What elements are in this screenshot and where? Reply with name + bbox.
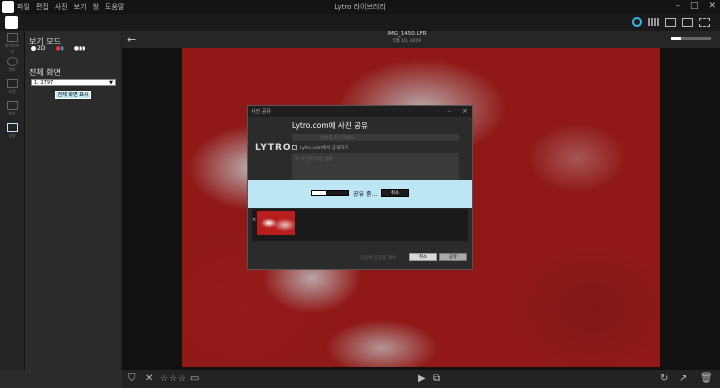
info-icon <box>6 57 18 66</box>
comment-icon[interactable]: ▭ <box>190 374 199 384</box>
dialog-heading: Lytro.com에 사진 공유 <box>292 121 368 130</box>
rail-view[interactable]: 보기 <box>3 101 21 117</box>
circle-icon[interactable] <box>632 17 642 27</box>
close-window-button[interactable]: ✕ <box>708 1 716 11</box>
description-placeholder: 이 사진에 대한 설명 <box>295 157 333 162</box>
view-option-2d[interactable]: 2D <box>31 45 45 52</box>
radio-icon <box>31 46 36 51</box>
caption-placeholder: 설명을 추가하세요 <box>320 136 355 141</box>
play-icon[interactable]: ▶ <box>418 374 426 384</box>
rotate-icon[interactable]: ↻ <box>660 374 668 384</box>
view-mode-options: 2D ●◗ ●◗◗ <box>31 45 85 52</box>
filmstrip-icon[interactable] <box>682 17 693 27</box>
slideshow-icon[interactable]: ⧉ <box>433 374 440 384</box>
fullscreen-icon[interactable] <box>699 17 710 27</box>
file-name: IMG_1450.LFR <box>387 31 427 37</box>
bottom-bar-left <box>0 370 122 388</box>
dialog-close-icon[interactable]: × <box>462 107 468 115</box>
lytro-logo: LYTRO <box>255 143 292 153</box>
rail-library[interactable]: 라이브러리 <box>3 33 21 55</box>
view-option-anaglyph[interactable]: ●◗ <box>55 45 63 52</box>
file-date: 5월 10, 2019 <box>392 39 422 44</box>
export-icon[interactable]: ↗ <box>679 374 687 384</box>
cancel-upload-button[interactable]: 취소 <box>381 189 409 197</box>
trash-icon[interactable]: 🗑 <box>700 374 713 384</box>
single-view-icon[interactable] <box>665 17 676 27</box>
upload-progress-label: 공유 중... <box>353 191 378 198</box>
back-arrow-icon[interactable]: ← <box>127 33 136 46</box>
display-select[interactable]: 1: 2797 ▼ <box>31 79 116 86</box>
view-icon <box>6 101 18 110</box>
share-button[interactable]: 공유 <box>439 253 467 261</box>
grid-icon[interactable] <box>648 18 659 26</box>
left-rail: 라이브러리 정보 조정 보기 공유 <box>0 31 25 388</box>
public-checkbox[interactable] <box>292 145 297 150</box>
rail-info[interactable]: 정보 <box>3 57 21 73</box>
view-option-3d[interactable]: ●◗◗ <box>74 45 86 52</box>
adjust-icon <box>6 79 18 88</box>
shield-icon[interactable]: ⛉ <box>128 374 136 384</box>
fullscreen-label: 전체 화면 <box>29 68 61 77</box>
import-button[interactable] <box>5 16 18 29</box>
cancel-button[interactable]: 취소 <box>409 253 437 261</box>
remove-thumbnail-icon[interactable]: × <box>252 217 256 223</box>
maximize-button[interactable]: □ <box>690 1 699 11</box>
library-icon <box>6 33 18 42</box>
chevron-down-icon: ▼ <box>109 80 113 86</box>
photo-thumbnail[interactable] <box>257 211 295 235</box>
public-checkbox-label: Lytro.com에서 공개하기 <box>300 146 349 151</box>
toolbar <box>0 14 720 31</box>
window-title: Lytro 라이브러리 <box>334 3 386 11</box>
caption-input[interactable] <box>292 134 459 141</box>
share-icon <box>6 123 18 132</box>
view-mode-switcher <box>632 17 710 27</box>
dialog-footer-note: 다음에 공유를 계속 <box>360 256 396 261</box>
rail-share[interactable]: 공유 <box>3 123 21 139</box>
zoom-slider-fill <box>671 37 681 40</box>
minimize-button[interactable]: – <box>675 1 680 11</box>
rating-stars[interactable]: ☆☆☆ <box>160 374 187 384</box>
rail-adjust[interactable]: 조정 <box>3 79 21 95</box>
reject-icon[interactable]: ✕ <box>145 374 153 384</box>
window-controls: – □ ✕ <box>675 1 716 11</box>
dialog-title: 사진 공유 <box>251 109 271 115</box>
show-fullscreen-button[interactable]: 전체 화면 표시 <box>55 91 91 99</box>
upload-progress-fill <box>312 191 326 195</box>
dialog-minimize-icon[interactable]: – <box>448 108 451 115</box>
dialog-title-bar <box>248 106 472 117</box>
